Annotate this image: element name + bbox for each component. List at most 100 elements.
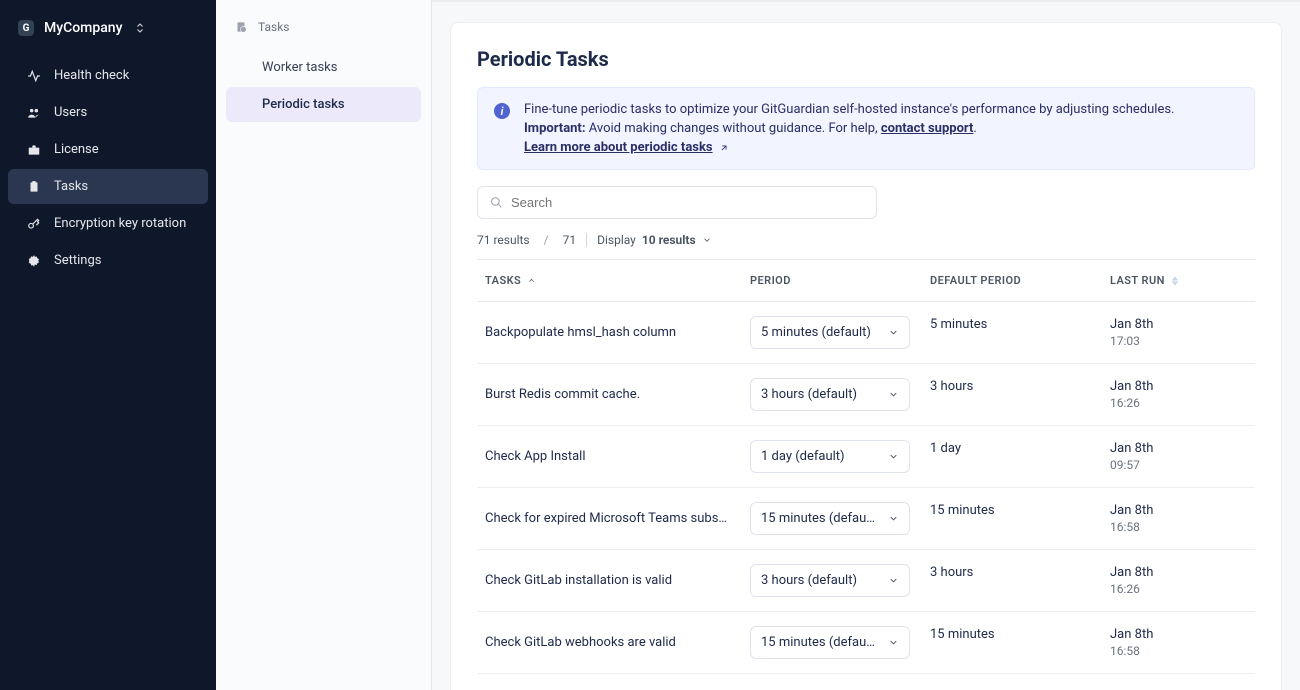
section-title: Tasks [216,10,431,48]
chevron-down-icon [888,575,899,586]
search-input[interactable] [511,195,864,210]
last-run-date: Jan 8th [1110,317,1247,332]
period-value: 15 minutes (defau… [761,511,875,526]
info-banner: i Fine-tune periodic tasks to optimize y… [477,87,1255,170]
task-name: Backpopulate hmsl_hash column [485,325,750,340]
table-row: Backpopulate hmsl_hash column 5 minutes … [477,302,1255,364]
table-row: Check App Install 1 day (default) 1 day … [477,426,1255,488]
external-link-icon [719,143,729,153]
search-icon [490,196,503,209]
content-card: Periodic Tasks i Fine-tune periodic task… [450,22,1282,690]
default-period: 15 minutes [930,626,1110,642]
clipboard-icon [26,180,42,194]
period-dropdown[interactable]: 3 hours (default) [750,378,910,411]
primary-nav: Health check Users License Tasks Encrypt… [0,58,216,278]
last-run: Jan 8th 16:26 [1110,379,1247,410]
info-line1: Fine-tune periodic tasks to optimize you… [524,102,1174,117]
gear-icon [26,254,42,268]
task-name: Check GitLab webhooks are valid [485,635,750,650]
th-label: Tasks [485,274,521,287]
chevron-down-icon [888,513,899,524]
chevron-down-icon [888,451,899,462]
nav-label: License [54,142,99,157]
last-run-time: 16:26 [1110,396,1247,410]
table-row: Burst Redis commit cache. 3 hours (defau… [477,364,1255,426]
period-dropdown[interactable]: 5 minutes (default) [750,316,910,349]
nav-item-tasks[interactable]: Tasks [8,169,208,204]
clipboard-clock-icon [234,20,248,34]
key-icon [26,217,42,231]
period-cell: 15 minutes (defau… [750,626,930,659]
period-cell: 3 hours (default) [750,378,930,411]
period-value: 3 hours (default) [761,573,857,588]
period-cell: 15 minutes (defau… [750,502,930,535]
last-run-time: 09:57 [1110,458,1247,472]
info-line2: Important: Avoid making changes without … [524,121,1174,136]
period-dropdown[interactable]: 1 day (default) [750,440,910,473]
briefcase-icon [26,143,42,157]
sort-icon [1171,276,1179,286]
default-period: 3 hours [930,564,1110,580]
nav-item-health-check[interactable]: Health check [8,58,208,93]
period-value: 5 minutes (default) [761,325,871,340]
th-label: Last run [1110,274,1165,287]
info-avoid-text: Avoid making changes without guidance. F… [586,121,881,136]
nav-item-encryption[interactable]: Encryption key rotation [8,206,208,241]
period-cell: 1 day (default) [750,440,930,473]
learn-more-link[interactable]: Learn more about periodic tasks [524,140,729,155]
nav-label: Tasks [54,179,88,194]
subnav-item-worker-tasks[interactable]: Worker tasks [226,50,421,85]
results-total: 71 [563,233,577,247]
learn-more-text: Learn more about periodic tasks [524,140,713,155]
last-run-date: Jan 8th [1110,379,1247,394]
brand-logo: G [18,20,34,36]
nav-item-license[interactable]: License [8,132,208,167]
nav-label: Health check [54,68,129,83]
last-run-time: 16:26 [1110,582,1247,596]
table-row: Check for expired Microsoft Teams subs… … [477,488,1255,550]
display-dropdown[interactable]: Display 10 results [597,233,712,247]
task-name: Check for expired Microsoft Teams subs… [485,511,750,526]
chevron-down-icon [702,235,712,245]
search-input-container[interactable] [477,186,877,219]
nav-label: Users [54,105,87,120]
main-content: Periodic Tasks i Fine-tune periodic task… [432,0,1300,690]
period-cell: 5 minutes (default) [750,316,930,349]
org-switcher[interactable]: G MyCompany [0,8,216,48]
period-dropdown[interactable]: 3 hours (default) [750,564,910,597]
period-value: 15 minutes (defau… [761,635,875,650]
last-run: Jan 8th 09:57 [1110,441,1247,472]
contact-support-link[interactable]: contact support [881,121,974,136]
period-dropdown[interactable]: 15 minutes (defau… [750,502,910,535]
nav-item-settings[interactable]: Settings [8,243,208,278]
column-header-tasks[interactable]: Tasks [485,274,750,287]
results-separator: / [544,233,549,247]
column-header-period: Period [750,274,930,287]
info-period: . [973,121,976,136]
brand-name: MyCompany [44,20,122,36]
last-run: Jan 8th 17:03 [1110,317,1247,348]
nav-item-users[interactable]: Users [8,95,208,130]
important-label: Important: [524,121,586,136]
subnav-item-periodic-tasks[interactable]: Periodic tasks [226,87,421,122]
primary-sidebar: G MyCompany Health check Users License T… [0,0,216,690]
chevron-down-icon [888,389,899,400]
last-run-time: 17:03 [1110,334,1247,348]
task-name: Check App Install [485,449,750,464]
users-icon [26,106,42,120]
chevron-down-icon [888,637,899,648]
results-count: 71 results [477,233,530,247]
period-cell: 3 hours (default) [750,564,930,597]
last-run: Jan 8th 16:58 [1110,503,1247,534]
task-name: Burst Redis commit cache. [485,387,750,402]
nav-label: Encryption key rotation [54,216,186,231]
sort-asc-icon [527,276,536,285]
period-dropdown[interactable]: 15 minutes (defau… [750,626,910,659]
period-value: 3 hours (default) [761,387,857,402]
task-name: Check GitLab installation is valid [485,573,750,588]
info-icon: i [494,103,510,119]
display-label: Display [597,233,636,247]
last-run: Jan 8th 16:58 [1110,627,1247,658]
column-header-last-run[interactable]: Last run [1110,274,1247,287]
last-run-time: 16:58 [1110,520,1247,534]
